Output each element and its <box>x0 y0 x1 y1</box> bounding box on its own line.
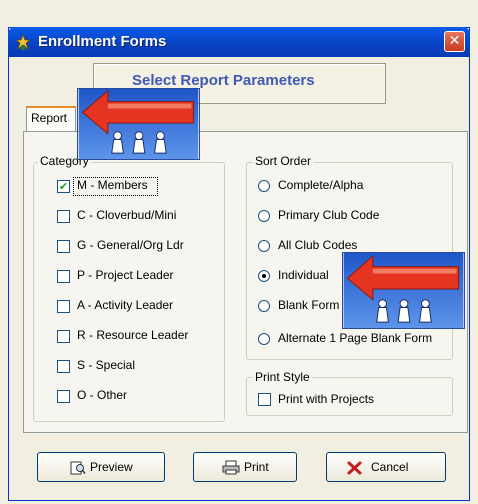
category-label-other: O - Other <box>77 388 128 402</box>
red-arrow-left-icon <box>77 88 200 160</box>
category-label-project-leader: P - Project Leader <box>77 268 174 282</box>
print-style-legend: Print Style <box>253 370 312 384</box>
category-group <box>33 162 225 422</box>
print-button[interactable]: Print <box>193 452 297 482</box>
checkbox-other[interactable] <box>57 390 70 403</box>
window-title: Enrollment Forms <box>38 33 167 50</box>
radio-alternate-blank-form[interactable] <box>258 333 270 345</box>
checkbox-print-with-projects[interactable] <box>258 393 271 406</box>
sort-label-alternate-blank-form: Alternate 1 Page Blank Form <box>278 331 433 345</box>
checkbox-general[interactable] <box>57 240 70 253</box>
sort-label-individual: Individual <box>278 268 329 282</box>
radio-selected-dot <box>262 274 266 278</box>
page-title: Select Report Parameters <box>132 72 315 89</box>
cancel-button[interactable]: Cancel <box>326 452 446 482</box>
print-label: Print <box>244 460 269 474</box>
radio-blank-form[interactable] <box>258 300 270 312</box>
app-icon <box>14 33 32 51</box>
printer-icon <box>222 460 240 475</box>
cancel-label: Cancel <box>371 460 409 474</box>
checkbox-cloverbud[interactable] <box>57 210 70 223</box>
category-label-general: G - General/Org Ldr <box>77 238 184 252</box>
check-icon: ✔ <box>58 180 69 193</box>
checkbox-project-leader[interactable] <box>57 270 70 283</box>
radio-individual[interactable] <box>258 270 270 282</box>
sort-label-primary-club-code: Primary Club Code <box>278 208 380 222</box>
red-arrow-left-icon <box>342 252 465 329</box>
radio-all-club-codes[interactable] <box>258 240 270 252</box>
checkbox-special[interactable] <box>57 360 70 373</box>
sort-label-all-club-codes: All Club Codes <box>278 238 358 252</box>
tab-report-label: Report <box>31 111 68 125</box>
preview-icon <box>70 461 86 475</box>
cancel-x-icon <box>347 461 362 475</box>
radio-complete-alpha[interactable] <box>258 180 270 192</box>
sort-label-complete-alpha: Complete/Alpha <box>278 178 364 192</box>
checkbox-activity-leader[interactable] <box>57 300 70 313</box>
checkbox-resource-leader[interactable] <box>57 330 70 343</box>
radio-primary-club-code[interactable] <box>258 210 270 222</box>
category-label-cloverbud: C - Cloverbud/Mini <box>77 208 177 222</box>
close-button[interactable]: ✕ <box>444 31 465 52</box>
sort-order-legend: Sort Order <box>253 154 314 168</box>
category-label-special: S - Special <box>77 358 136 372</box>
category-label-activity-leader: A - Activity Leader <box>77 298 174 312</box>
category-label-resource-leader: R - Resource Leader <box>77 328 189 342</box>
sort-label-blank-form: Blank Form <box>278 298 340 312</box>
preview-button[interactable]: Preview <box>37 452 165 482</box>
print-with-projects-label: Print with Projects <box>278 392 375 406</box>
checkbox-members[interactable]: ✔ <box>57 180 70 193</box>
preview-label: Preview <box>90 460 133 474</box>
close-icon: ✕ <box>448 33 461 49</box>
category-label-members: M - Members <box>77 178 148 192</box>
